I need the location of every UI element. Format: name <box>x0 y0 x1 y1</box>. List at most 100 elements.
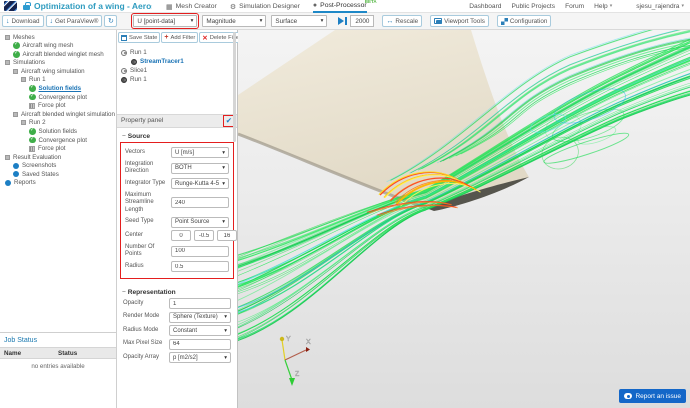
plus-icon: + <box>164 34 168 41</box>
frame-input[interactable] <box>350 15 374 27</box>
field-center: Center <box>125 230 229 241</box>
chevron-down-icon: ▾ <box>222 165 225 171</box>
tree-solution-fields-selected[interactable]: Solution fields <box>3 84 116 92</box>
tab-label: Simulation Designer <box>239 3 300 10</box>
folder-icon <box>5 60 10 65</box>
chevron-down-icon: ▾ <box>222 150 225 156</box>
filter-streamtracer1[interactable]: StreamTracer1 <box>121 57 235 66</box>
header-links: Dashboard Public Projects Forum Help ▾ s… <box>469 3 686 10</box>
chart-icon <box>29 146 35 152</box>
visibility-icon[interactable] <box>121 77 127 83</box>
field-number-of-points: Number Of Points <box>125 244 229 259</box>
center-x-input[interactable] <box>171 230 191 241</box>
max-pixel-size-input[interactable] <box>169 339 231 350</box>
download-button[interactable]: ↓ Download <box>2 15 44 27</box>
chevron-down-icon: ▾ <box>222 219 225 225</box>
tree-aircraft-blended-winglet-simulation[interactable]: Aircraft blended winglet simulation <box>3 110 116 118</box>
link-public-projects[interactable]: Public Projects <box>511 3 555 10</box>
radius-input[interactable] <box>171 261 229 272</box>
representation-section-header[interactable]: Representation <box>122 289 233 296</box>
filter-slice1[interactable]: Slice1 <box>121 66 235 75</box>
visibility-icon[interactable] <box>121 50 127 56</box>
simscale-logo-icon <box>4 1 17 11</box>
source-section-header[interactable]: Source <box>122 133 233 140</box>
download-icon: ↓ <box>50 18 54 25</box>
tree-screenshots[interactable]: Screenshots <box>3 162 116 170</box>
check-icon <box>13 51 20 58</box>
representation-dropdown[interactable]: Surface ▾ <box>271 15 327 27</box>
seed-type-select[interactable]: Point Source ▾ <box>171 217 229 228</box>
filter-run-1[interactable]: Run 1 <box>121 48 235 57</box>
tree-run-1[interactable]: Run 1 <box>3 76 116 84</box>
tree-aircraft-wing-mesh[interactable]: Aircraft wing mesh <box>3 42 116 50</box>
help-menu[interactable]: Help ▾ <box>594 3 612 10</box>
radius-mode-select[interactable]: Constant ▾ <box>169 325 231 336</box>
render-mode-select[interactable]: Sphere (Texture) ▾ <box>169 312 231 323</box>
viewport-tools-icon <box>434 18 442 24</box>
save-state-button[interactable]: Save State <box>118 32 160 43</box>
check-icon <box>13 42 20 49</box>
user-menu[interactable]: sjesu_rajendra ▾ <box>636 3 684 10</box>
tree-convergence-plot[interactable]: Convergence plot <box>3 93 116 101</box>
link-forum[interactable]: Forum <box>565 3 584 10</box>
center-z-input[interactable] <box>217 230 237 241</box>
tree-run-2[interactable]: Run 2 <box>3 119 116 127</box>
field-radius-mode: Radius Mode Constant ▾ <box>123 325 231 336</box>
configuration-button[interactable]: Configuration <box>497 15 551 27</box>
column-name: Name <box>4 350 58 357</box>
max-streamline-length-input[interactable] <box>171 197 229 208</box>
tree-solution-fields-2[interactable]: Solution fields <box>3 127 116 135</box>
chevron-down-icon: ▾ <box>224 314 227 320</box>
filter-run-1b[interactable]: Run 1 <box>121 75 235 84</box>
integrator-type-select[interactable]: Runge-Kutta 4-5 ▾ <box>171 178 229 189</box>
apply-checkmark-button[interactable]: ✔ <box>225 117 233 125</box>
play-button[interactable] <box>338 17 347 25</box>
vectors-select[interactable]: U [m/s] ▾ <box>171 147 229 158</box>
project-tree-sidebar: Meshes Aircraft wing mesh Aircraft blend… <box>0 30 117 408</box>
center-y-input[interactable] <box>194 230 214 241</box>
chevron-down-icon: ▾ <box>260 18 263 24</box>
opacity-input[interactable] <box>169 298 231 309</box>
number-of-points-input[interactable] <box>171 246 229 257</box>
folder-icon <box>5 155 10 160</box>
configuration-label: Configuration <box>510 18 547 25</box>
check-icon <box>29 94 36 101</box>
tree-meshes[interactable]: Meshes <box>3 33 116 41</box>
refresh-icon: ↻ <box>108 18 114 25</box>
panel-scrollbar[interactable] <box>233 32 236 142</box>
rescale-button[interactable]: ↔ Rescale <box>382 15 422 27</box>
visibility-icon[interactable] <box>131 59 137 65</box>
tree-result-evaluation[interactable]: Result Evaluation <box>3 153 116 161</box>
tree-reports[interactable]: Reports <box>3 179 116 187</box>
tree-saved-states[interactable]: Saved States <box>3 170 116 178</box>
filter-toolbar: Save State + Add Filter ✕ Delete Filter <box>117 30 237 45</box>
tree-simulations[interactable]: Simulations <box>3 59 116 67</box>
visibility-icon[interactable] <box>121 68 127 74</box>
tab-post-processor[interactable]: ● Post-Processor BETA <box>313 0 367 13</box>
render-viewport[interactable]: Y X Z Report an issue <box>238 30 690 408</box>
component-dropdown[interactable]: Magnitude ▾ <box>202 15 266 27</box>
report-label: Report an issue <box>635 393 681 400</box>
column-status: Status <box>58 350 112 357</box>
report-issue-button[interactable]: Report an issue <box>619 389 686 403</box>
save-icon <box>121 35 127 41</box>
link-dashboard[interactable]: Dashboard <box>469 3 501 10</box>
x-axis-label: X <box>306 339 311 346</box>
tree-force-plot-2[interactable]: Force plot <box>3 145 116 153</box>
representation-value: Surface <box>275 18 297 25</box>
tab-mesh-creator[interactable]: ▦ Mesh Creator <box>166 0 217 13</box>
job-status-empty: no entries available <box>0 363 116 370</box>
tree-aircraft-wing-simulation[interactable]: Aircraft wing simulation <box>3 67 116 75</box>
get-paraview-button[interactable]: ↓ Get ParaView® <box>46 15 103 27</box>
tree-convergence-plot-2[interactable]: Convergence plot <box>3 136 116 144</box>
opacity-array-select[interactable]: p [m2/s2] ▾ <box>169 352 231 363</box>
integration-direction-select[interactable]: BOTH ▾ <box>171 163 229 174</box>
viewport-tools-button[interactable]: Viewport Tools <box>430 15 489 27</box>
tab-simulation-designer[interactable]: ⚙ Simulation Designer <box>230 0 300 13</box>
tree-aircraft-blended-winglet-mesh[interactable]: Aircraft blended winglet mesh <box>3 50 116 58</box>
download-label: Download <box>12 18 40 25</box>
refresh-button[interactable]: ↻ <box>104 15 117 27</box>
field-dropdown[interactable]: U [point-data] ▾ <box>133 15 197 27</box>
tree-force-plot[interactable]: Force plot <box>3 102 116 110</box>
add-filter-button[interactable]: + Add Filter <box>161 32 198 43</box>
